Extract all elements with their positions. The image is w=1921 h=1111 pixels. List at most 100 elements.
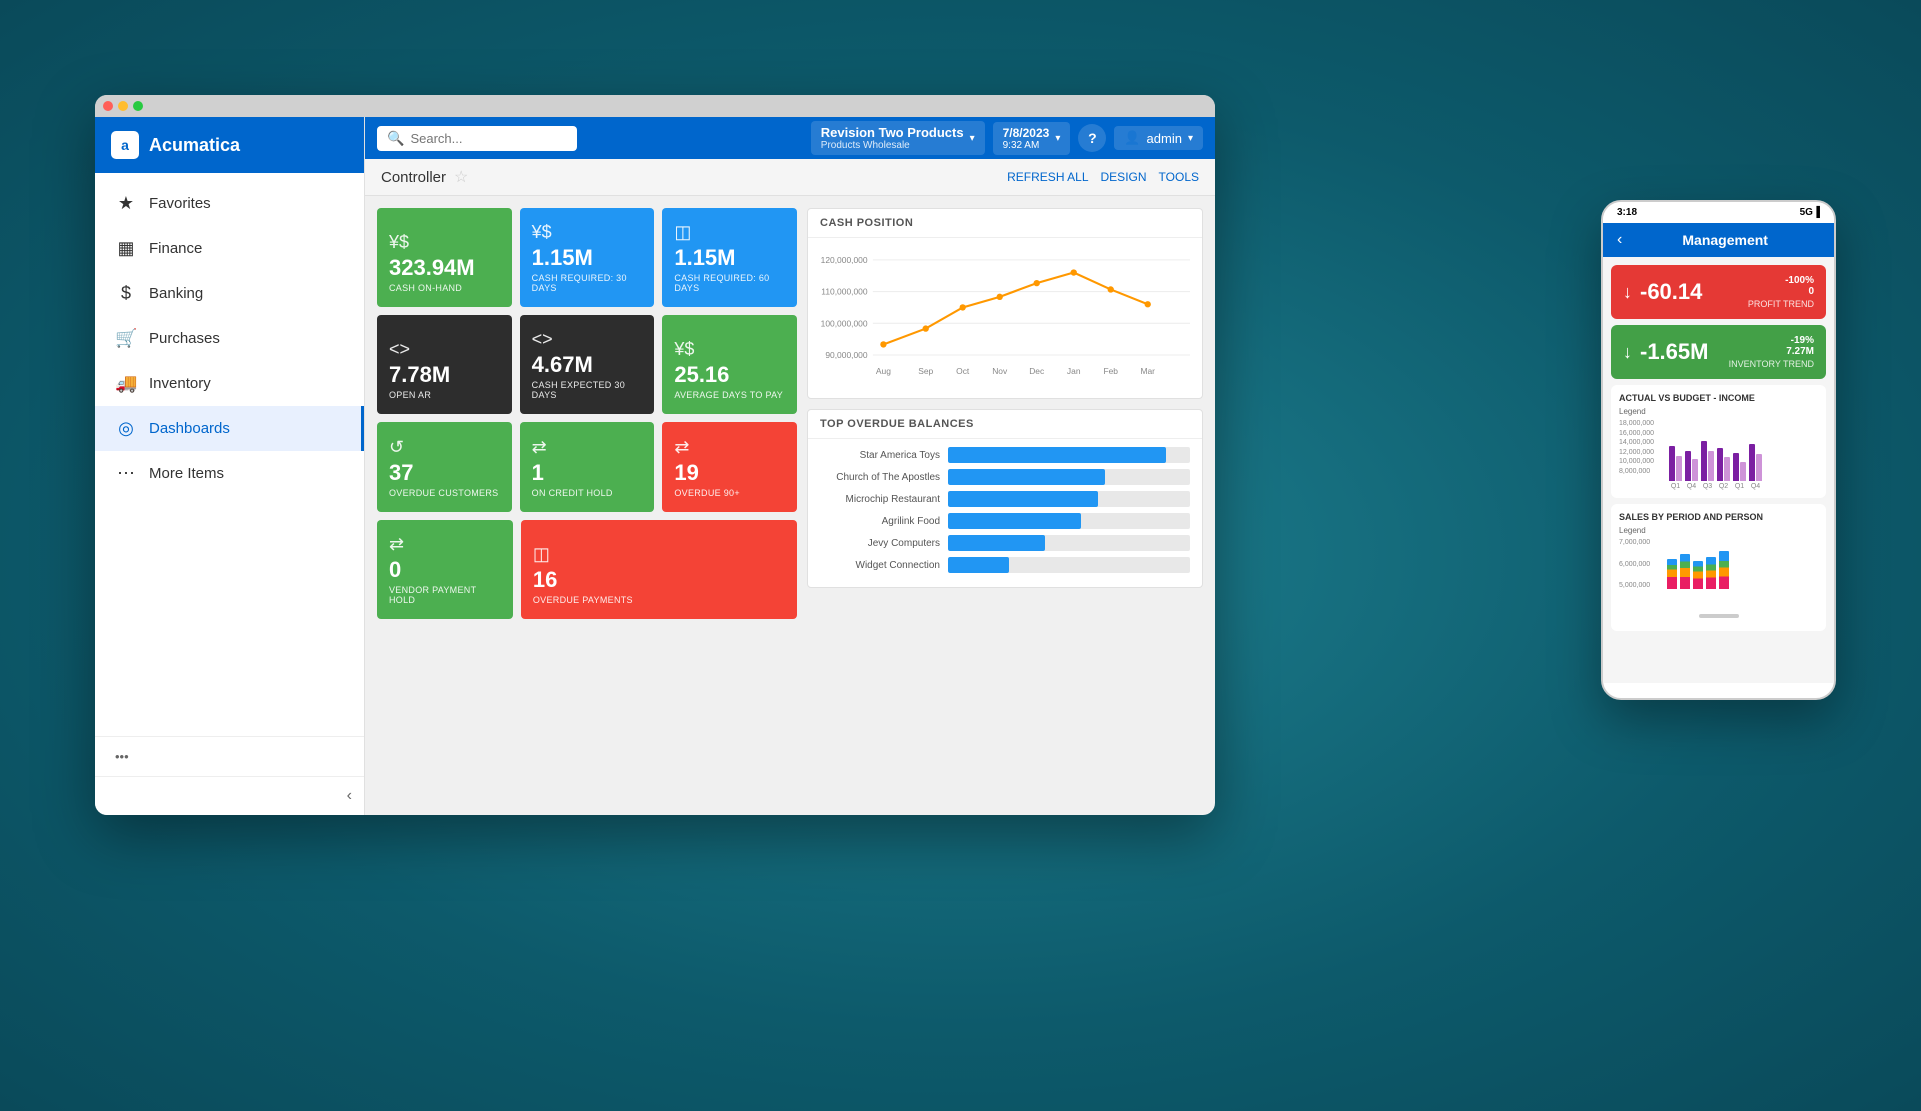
cash-position-svg: 120,000,000 110,000,000 100,000,000 90,0… [820, 246, 1190, 390]
help-button[interactable]: ? [1078, 124, 1106, 152]
svg-text:120,000,000: 120,000,000 [821, 255, 868, 265]
svg-text:Jan: Jan [1067, 366, 1081, 376]
bar-purple-2 [1685, 451, 1691, 481]
profit-arrow: ↓ [1623, 282, 1632, 303]
bar-fill-6 [948, 557, 1009, 573]
top-navbar: 🔍 Revision Two Products Products Wholesa… [365, 117, 1215, 159]
sidebar-item-favorites[interactable]: ★ Favorites [95, 181, 364, 226]
bar-lavender-4 [1724, 457, 1730, 481]
income-chart-phone: ACTUAL VS BUDGET - INCOME Legend 18,000,… [1611, 385, 1826, 498]
sidebar-collapse-btn[interactable]: ‹ [95, 776, 364, 815]
tenant-chevron: ▾ [970, 133, 975, 144]
inventory-meta: -19% 7.27M INVENTORY TREND [1729, 335, 1814, 369]
sales-chart-phone: SALES BY PERIOD AND PERSON Legend 7,000,… [1611, 504, 1826, 631]
phone-back-button[interactable]: ‹ [1617, 231, 1622, 249]
kpi-cash-required-30[interactable]: ¥$ 1.15M CASH REQUIRED: 30 DAYS [520, 208, 655, 307]
svg-text:100,000,000: 100,000,000 [821, 318, 868, 328]
chart-section: CASH POSITION 120,000,000 110,000,000 [807, 208, 1203, 803]
stacked-bar-1 [1667, 559, 1677, 589]
avg-days-label: AVERAGE DAYS TO PAY [674, 390, 785, 400]
kpi-open-ar[interactable]: <> 7.78M OPEN AR [377, 315, 512, 414]
credit-hold-value: 1 [532, 462, 643, 484]
cash-position-chart: 120,000,000 110,000,000 100,000,000 90,0… [808, 238, 1202, 398]
sidebar-item-more[interactable]: ⋯ More Items [95, 451, 364, 496]
user-button[interactable]: 👤 admin ▾ [1114, 126, 1203, 150]
sidebar-item-more-label: More Items [149, 465, 224, 482]
overdue90-icon: ⇄ [674, 437, 785, 458]
payments-icon: ◫ [533, 544, 785, 565]
kpi-overdue-90[interactable]: ⇄ 19 OVERDUE 90+ [662, 422, 797, 512]
app-name: Acumatica [149, 135, 240, 156]
sidebar-item-favorites-label: Favorites [149, 195, 211, 212]
bar-track-4 [948, 513, 1190, 529]
inventory-trend-tile[interactable]: ↓ -1.65M -19% 7.27M INVENTORY TREND [1611, 325, 1826, 379]
cash-position-title: CASH POSITION [808, 209, 1202, 238]
overdue-chart: Star America Toys Church of The Apostles [808, 439, 1202, 587]
sidebar-item-inventory[interactable]: 🚚 Inventory [95, 361, 364, 406]
kpi-cash-required-60[interactable]: ◫ 1.15M CASH REQUIRED: 60 DAYS [662, 208, 797, 307]
design-btn[interactable]: DESIGN [1101, 170, 1147, 184]
cash-required-60-value: 1.15M [674, 247, 785, 269]
window-maximize-dot[interactable] [133, 101, 143, 111]
phone-title: Management [1630, 232, 1820, 248]
tenant-selector[interactable]: Revision Two Products Products Wholesale… [811, 121, 985, 155]
kpi-vendor-hold[interactable]: ⇄ 0 VENDOR PAYMENT HOLD [377, 520, 513, 619]
kpi-overdue-customers[interactable]: ↺ 37 OVERDUE CUSTOMERS [377, 422, 512, 512]
search-box[interactable]: 🔍 [377, 126, 577, 151]
bar-track-3 [948, 491, 1190, 507]
overdue-balances-title: TOP OVERDUE BALANCES [808, 410, 1202, 439]
kpi-avg-days[interactable]: ¥$ 25.16 AVERAGE DAYS TO PAY [662, 315, 797, 414]
bar-lavender-1 [1676, 456, 1682, 481]
tenant-name: Revision Two Products [821, 125, 964, 140]
sidebar-bottom[interactable]: ••• [95, 736, 364, 776]
cash-required-60-label: CASH REQUIRED: 60 DAYS [674, 273, 785, 293]
profit-label: PROFIT TREND [1748, 299, 1814, 309]
overdue-payments-label: OVERDUE PAYMENTS [533, 595, 785, 605]
cash-required-30-value: 1.15M [532, 247, 643, 269]
profit-pct: -100% [1748, 275, 1814, 286]
bar-track-5 [948, 535, 1190, 551]
cash-expected-label: CASH EXPECTED 30 DAYS [532, 380, 643, 400]
kpi-cash-expected[interactable]: <> 4.67M CASH EXPECTED 30 DAYS [520, 315, 655, 414]
bar-purple-6 [1749, 444, 1755, 481]
window-minimize-dot[interactable] [118, 101, 128, 111]
svg-text:Nov: Nov [992, 366, 1008, 376]
sidebar-item-finance[interactable]: ▦ Finance [95, 226, 364, 271]
overdue-customers-label: OVERDUE CUSTOMERS [389, 488, 500, 498]
time-display: 9:32 AM [1003, 140, 1050, 151]
cart-icon: 🛒 [115, 328, 137, 349]
dashboard-header: Controller ☆ REFRESH ALL DESIGN TOOLS [365, 159, 1215, 196]
kpi-overdue-payments[interactable]: ◫ 16 OVERDUE PAYMENTS [521, 520, 797, 619]
breadcrumb-star[interactable]: ☆ [454, 167, 468, 187]
list-item: Widget Connection [820, 557, 1190, 573]
phone-mockup: 3:18 5G▐ ‹ Management ↓ -60.14 -100% 0 P… [1601, 200, 1836, 700]
datetime-selector[interactable]: 7/8/2023 9:32 AM ▾ [993, 122, 1071, 155]
bar-lavender-5 [1740, 462, 1746, 481]
stacked-bar-5 [1719, 551, 1729, 589]
stacked-bar-2 [1680, 554, 1690, 589]
company-name-6: Widget Connection [820, 560, 940, 571]
sidebar-item-banking[interactable]: $ Banking [95, 271, 364, 316]
sidebar-item-purchases-label: Purchases [149, 330, 220, 347]
profit-trend-tile[interactable]: ↓ -60.14 -100% 0 PROFIT TREND [1611, 265, 1826, 319]
svg-text:Oct: Oct [956, 366, 970, 376]
page-title: Controller [381, 169, 446, 186]
refresh-all-btn[interactable]: REFRESH ALL [1007, 170, 1088, 184]
bar-purple-3 [1701, 441, 1707, 481]
overdue-payments-value: 16 [533, 569, 785, 591]
cash-icon: ¥$ [389, 232, 500, 253]
sidebar-item-dashboards[interactable]: ◎ Dashboards [95, 406, 364, 451]
overdue-90-label: OVERDUE 90+ [674, 488, 785, 498]
window-close-dot[interactable] [103, 101, 113, 111]
expected-icon: <> [532, 329, 643, 350]
sidebar-item-purchases[interactable]: 🛒 Purchases [95, 316, 364, 361]
bar-fill-5 [948, 535, 1045, 551]
cash30-icon: ¥$ [532, 222, 643, 243]
company-name-4: Agrilink Food [820, 516, 940, 527]
title-bar [95, 95, 1215, 117]
kpi-cash-on-hand[interactable]: ¥$ 323.94M CASH ON-HAND [377, 208, 512, 307]
search-input[interactable] [410, 131, 560, 146]
bar-lavender-6 [1756, 454, 1762, 481]
tools-btn[interactable]: TOOLS [1159, 170, 1199, 184]
kpi-credit-hold[interactable]: ⇄ 1 ON CREDIT HOLD [520, 422, 655, 512]
